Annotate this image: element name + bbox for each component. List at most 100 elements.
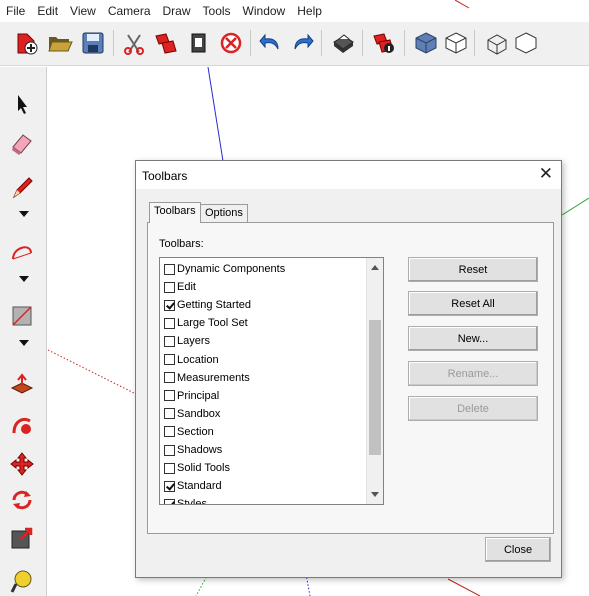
checkbox-checked[interactable] bbox=[164, 299, 175, 311]
xray-icon[interactable] bbox=[513, 30, 539, 56]
undo-icon[interactable] bbox=[258, 30, 284, 56]
checkbox[interactable] bbox=[164, 354, 175, 365]
open-folder-icon[interactable] bbox=[47, 30, 73, 56]
copy-icon[interactable] bbox=[153, 30, 179, 56]
reset-all-button[interactable]: Reset All bbox=[408, 291, 538, 316]
reset-button[interactable]: Reset bbox=[408, 257, 538, 282]
rectangle-icon[interactable] bbox=[9, 303, 35, 329]
list-item[interactable]: Standard bbox=[164, 477, 222, 495]
erase-icon[interactable] bbox=[218, 30, 244, 56]
hidden-line-icon[interactable] bbox=[443, 30, 469, 56]
list-item-label: Dynamic Components bbox=[177, 263, 286, 275]
list-item[interactable]: Shadows bbox=[164, 441, 222, 459]
expand-arrow-icon[interactable] bbox=[19, 276, 29, 282]
scrollbar-thumb[interactable] bbox=[369, 320, 381, 455]
eraser-icon[interactable] bbox=[9, 131, 35, 157]
list-item[interactable]: Getting Started bbox=[164, 296, 251, 314]
rename-button[interactable]: Rename... bbox=[408, 361, 538, 386]
list-item-label: Sandbox bbox=[177, 407, 221, 420]
list-item[interactable]: Principal bbox=[164, 387, 219, 405]
list-item[interactable]: Styles bbox=[164, 495, 207, 505]
list-item[interactable]: Section bbox=[164, 423, 214, 441]
rotate-icon[interactable] bbox=[9, 487, 35, 513]
delete-button[interactable]: Delete bbox=[408, 396, 538, 421]
checkbox[interactable] bbox=[164, 335, 175, 347]
checkbox[interactable] bbox=[164, 281, 175, 293]
save-icon[interactable] bbox=[80, 30, 106, 56]
list-item[interactable]: Location bbox=[164, 351, 219, 369]
list-item-label: Measurements bbox=[177, 371, 250, 384]
toolbar-separator bbox=[250, 30, 251, 56]
tape-measure-icon[interactable] bbox=[9, 567, 35, 593]
toolbar-separator bbox=[113, 30, 114, 56]
line-pencil-icon[interactable] bbox=[9, 174, 35, 200]
checkbox[interactable] bbox=[164, 408, 175, 420]
wireframe-icon[interactable] bbox=[484, 30, 510, 56]
axis-red-line bbox=[455, 0, 470, 9]
checkbox[interactable] bbox=[164, 390, 175, 402]
toolbar-separator bbox=[404, 30, 405, 56]
menu-tools[interactable]: Tools bbox=[203, 4, 231, 18]
print-icon[interactable] bbox=[330, 30, 356, 56]
checkbox[interactable] bbox=[164, 263, 175, 275]
cut-icon[interactable] bbox=[121, 30, 147, 56]
main-toolbar bbox=[0, 22, 589, 66]
list-item[interactable]: Large Tool Set bbox=[164, 314, 248, 332]
scale-icon[interactable] bbox=[9, 525, 35, 551]
list-item[interactable]: Edit bbox=[164, 278, 196, 296]
list-item[interactable]: Solid Tools bbox=[164, 459, 230, 477]
checkbox[interactable] bbox=[164, 426, 175, 438]
arc-icon[interactable] bbox=[9, 239, 35, 265]
left-toolbar bbox=[0, 67, 47, 596]
list-item-label: Getting Started bbox=[177, 299, 251, 312]
menu-file[interactable]: File bbox=[6, 4, 25, 18]
tab-options[interactable]: Options bbox=[200, 204, 248, 223]
list-item-label: Layers bbox=[177, 335, 211, 348]
close-icon[interactable]: ✕ bbox=[539, 165, 553, 183]
menu-draw[interactable]: Draw bbox=[163, 4, 191, 18]
menu-window[interactable]: Window bbox=[243, 4, 286, 18]
list-item[interactable]: Measurements bbox=[164, 369, 250, 387]
follow-me-icon[interactable] bbox=[9, 413, 35, 439]
expand-arrow-icon[interactable] bbox=[19, 340, 29, 346]
close-button[interactable]: Close bbox=[485, 537, 551, 562]
toolbars-tab-panel: Toolbars: Dynamic Components Edit Getting … bbox=[147, 222, 554, 534]
list-item-label: Edit bbox=[177, 281, 196, 294]
expand-arrow-icon[interactable] bbox=[19, 211, 29, 217]
move-icon[interactable] bbox=[9, 451, 35, 477]
dialog-title-bar[interactable]: Toolbars ✕ bbox=[136, 161, 561, 189]
list-item[interactable]: Dynamic Components bbox=[164, 260, 285, 278]
checkbox[interactable] bbox=[164, 444, 175, 456]
push-pull-icon[interactable] bbox=[9, 372, 35, 398]
model-info-icon[interactable] bbox=[371, 30, 397, 56]
dialog-title: Toolbars bbox=[142, 169, 188, 183]
list-item[interactable]: Sandbox bbox=[164, 405, 220, 423]
scroll-down-icon[interactable] bbox=[371, 492, 379, 497]
list-item-label: Principal bbox=[177, 389, 220, 402]
tab-toolbars[interactable]: Toolbars bbox=[149, 202, 201, 223]
scroll-up-icon[interactable] bbox=[371, 265, 379, 270]
shaded-icon[interactable] bbox=[413, 30, 439, 56]
list-item-label: Shadows bbox=[177, 444, 223, 456]
menu-help[interactable]: Help bbox=[297, 4, 322, 18]
new-model-icon[interactable] bbox=[14, 30, 40, 56]
new-button[interactable]: New... bbox=[408, 326, 538, 351]
list-item-label: Styles bbox=[177, 498, 207, 505]
toolbars-listbox[interactable]: Dynamic Components Edit Getting Started Lar… bbox=[159, 257, 384, 505]
menu-camera[interactable]: Camera bbox=[108, 4, 151, 18]
paste-icon[interactable] bbox=[186, 30, 212, 56]
checkbox-checked[interactable] bbox=[164, 480, 175, 492]
menu-view[interactable]: View bbox=[70, 4, 96, 18]
list-item-label: Location bbox=[177, 353, 219, 366]
checkbox-checked[interactable] bbox=[164, 498, 175, 504]
checkbox[interactable] bbox=[164, 317, 175, 329]
list-item[interactable]: Layers bbox=[164, 332, 210, 350]
toolbars-dialog: Toolbars ✕ Toolbars Options Toolbars: Dy… bbox=[135, 160, 562, 578]
checkbox[interactable] bbox=[164, 372, 175, 384]
list-item-label: Large Tool Set bbox=[177, 317, 248, 330]
menu-edit[interactable]: Edit bbox=[37, 4, 58, 18]
checkbox[interactable] bbox=[164, 462, 175, 474]
select-icon[interactable] bbox=[9, 91, 35, 117]
list-scrollbar[interactable] bbox=[366, 258, 383, 504]
redo-icon[interactable] bbox=[289, 30, 315, 56]
